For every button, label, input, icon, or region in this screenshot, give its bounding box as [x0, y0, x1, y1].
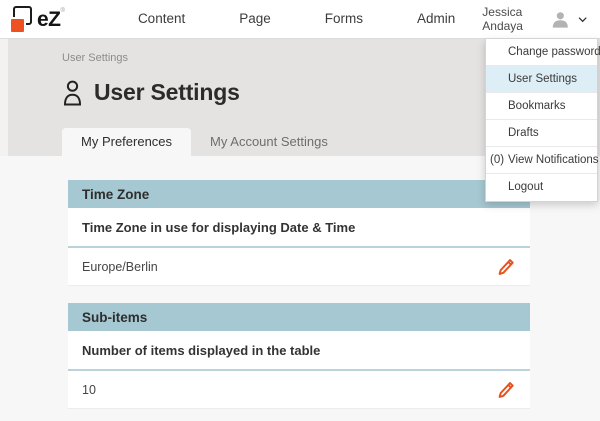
- setting-label: Number of items displayed in the table: [68, 331, 530, 371]
- logo-registered-mark: ®: [61, 6, 65, 16]
- left-gutter: [0, 39, 8, 156]
- menu-item-drafts[interactable]: Drafts: [486, 120, 597, 147]
- nav-item-content[interactable]: Content: [111, 0, 212, 38]
- menu-item-user-settings[interactable]: User Settings: [486, 66, 597, 93]
- section-sub-items: Sub-items Number of items displayed in t…: [68, 303, 530, 409]
- user-dropdown-menu: Change password User Settings Bookmarks …: [485, 39, 598, 202]
- logo-text: eZ: [37, 6, 61, 33]
- section-heading: Sub-items: [68, 303, 530, 331]
- menu-item-view-notifications[interactable]: (0) View Notifications: [486, 147, 597, 174]
- ez-logo-icon: [11, 6, 37, 33]
- menu-item-bookmarks[interactable]: Bookmarks: [486, 93, 597, 120]
- pencil-icon: [498, 381, 514, 399]
- user-icon: [62, 80, 83, 106]
- setting-value-row: 10: [68, 371, 530, 409]
- menu-item-label: View Notifications: [508, 154, 599, 166]
- setting-label: Time Zone in use for displaying Date & T…: [68, 208, 530, 248]
- nav-item-forms[interactable]: Forms: [298, 0, 390, 38]
- user-menu-trigger[interactable]: Jessica Andaya: [482, 5, 600, 33]
- menu-item-change-password[interactable]: Change password: [486, 39, 597, 66]
- nav-item-page[interactable]: Page: [212, 0, 298, 38]
- nav-item-admin[interactable]: Admin: [390, 0, 482, 38]
- setting-value: 10: [82, 383, 96, 397]
- page-title: User Settings: [94, 79, 240, 106]
- user-name: Jessica Andaya: [482, 5, 542, 33]
- section-time-zone: Time Zone Time Zone in use for displayin…: [68, 180, 530, 286]
- logo-orange-square: [11, 19, 24, 32]
- section-heading: Time Zone: [68, 180, 530, 208]
- setting-value: Europe/Berlin: [82, 260, 158, 274]
- notification-count: (0): [490, 147, 504, 174]
- tab-my-preferences[interactable]: My Preferences: [62, 128, 191, 156]
- avatar-icon: [551, 6, 570, 32]
- chevron-down-icon: [578, 13, 587, 26]
- setting-value-row: Europe/Berlin: [68, 248, 530, 286]
- breadcrumb: User Settings: [62, 52, 128, 64]
- tab-bar: My Preferences My Account Settings: [62, 128, 347, 156]
- tab-my-account-settings[interactable]: My Account Settings: [191, 128, 347, 156]
- menu-item-logout[interactable]: Logout: [486, 174, 597, 201]
- edit-time-zone-button[interactable]: [496, 256, 516, 278]
- pencil-icon: [498, 258, 514, 276]
- main-nav: Content Page Forms Admin: [111, 0, 482, 38]
- edit-sub-items-button[interactable]: [496, 379, 516, 401]
- ez-logo[interactable]: eZ ®: [11, 6, 65, 33]
- top-bar: eZ ® Content Page Forms Admin Jessica An…: [0, 0, 600, 39]
- page-title-row: User Settings: [62, 79, 240, 106]
